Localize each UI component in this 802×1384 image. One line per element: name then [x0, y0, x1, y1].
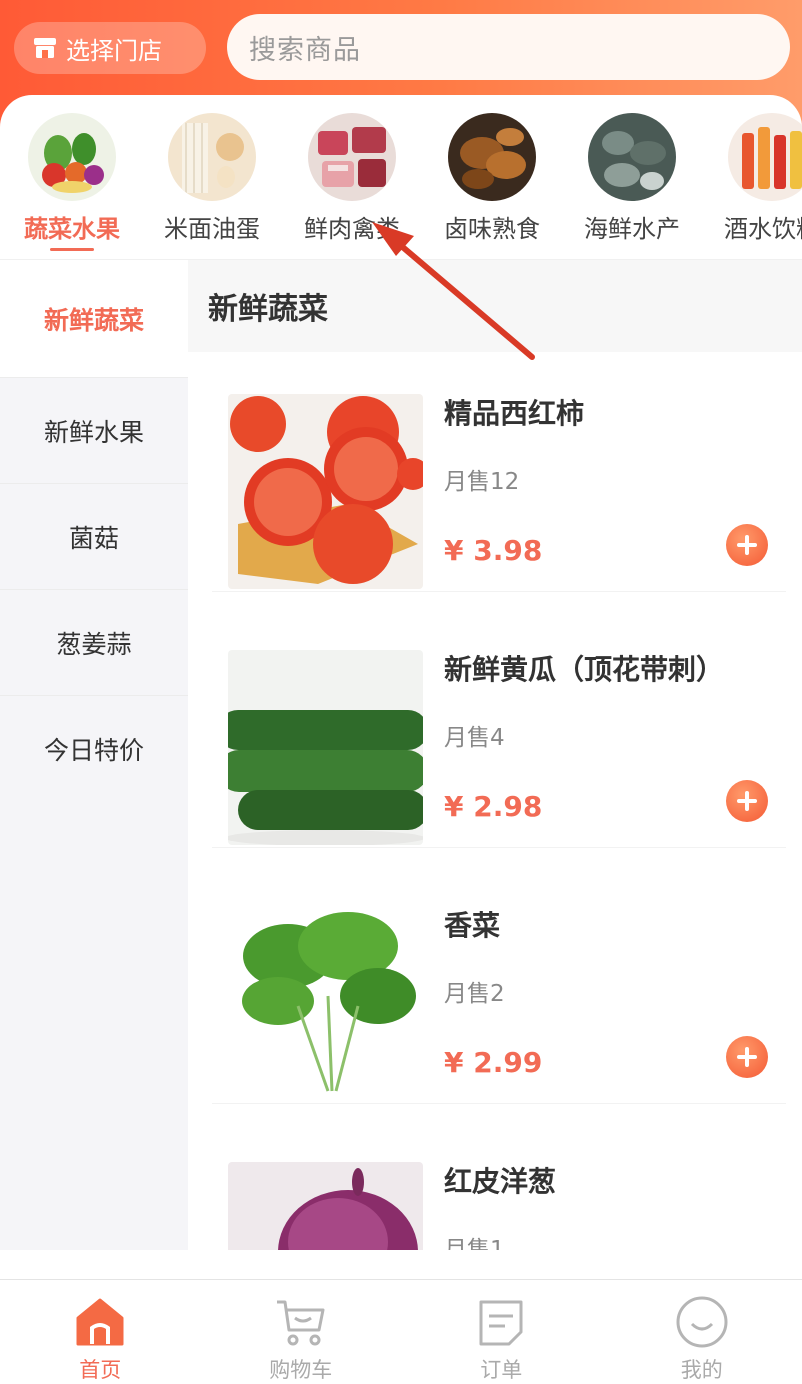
category-item-rice-noodle-oil-egg[interactable]: 米面油蛋 — [142, 113, 282, 244]
tab-profile[interactable]: 我的 — [602, 1280, 802, 1384]
sidebar-item-mushrooms[interactable]: 菌菇 — [0, 484, 188, 590]
section-title: 新鲜蔬菜 — [188, 260, 802, 352]
category-label: 酒水饮料 — [724, 215, 802, 243]
sidebar-item-label: 葱姜蒜 — [56, 629, 132, 659]
product-price: ¥ 2.99 — [444, 1046, 543, 1079]
product-name: 香菜 — [444, 909, 501, 942]
braised-food-image — [448, 113, 536, 201]
add-to-cart-button[interactable] — [726, 780, 768, 822]
home-icon — [76, 1298, 124, 1346]
category-item-braised-food[interactable]: 卤味熟食 — [422, 113, 562, 244]
category-strip: 蔬菜水果 米面油蛋 鲜肉禽类 卤味熟食 海鲜水产 酒水饮 — [0, 95, 802, 260]
product-list[interactable]: 精品西红柿 月售12 ¥ 3.98 新鲜黄瓜（顶花带刺） 月售4 ¥ 2.98 — [188, 352, 802, 1250]
product-price: ¥ 2.98 — [444, 790, 543, 823]
product-sales: 月售1 — [444, 1237, 505, 1250]
fresh-meat-image — [308, 113, 396, 201]
subcategory-sidebar: 新鲜蔬菜 新鲜水果 菌菇 葱姜蒜 今日特价 — [0, 260, 188, 1250]
product-sales: 月售12 — [444, 469, 520, 495]
sidebar-item-fresh-fruits[interactable]: 新鲜水果 — [0, 378, 188, 484]
product-name: 新鲜黄瓜（顶花带刺） — [444, 653, 725, 686]
product-card[interactable]: 红皮洋葱 月售1 — [212, 1140, 786, 1250]
coriander-image — [228, 906, 423, 1101]
sidebar-item-daily-deals[interactable]: 今日特价 — [0, 696, 188, 802]
sidebar-item-fresh-vegetables[interactable]: 新鲜蔬菜 — [0, 260, 188, 378]
order-icon — [479, 1300, 523, 1346]
product-card[interactable]: 香菜 月售2 ¥ 2.99 — [212, 884, 786, 1104]
rice-noodle-oil-egg-image — [168, 113, 256, 201]
tab-label: 首页 — [79, 1358, 122, 1382]
product-name: 精品西红柿 — [444, 397, 585, 430]
vegetables-fruits-image — [28, 113, 116, 201]
add-to-cart-button[interactable] — [726, 1036, 768, 1078]
store-icon — [34, 38, 56, 58]
drinks-image — [728, 113, 802, 201]
category-label: 蔬菜水果 — [24, 215, 120, 243]
tab-label: 订单 — [480, 1358, 523, 1382]
bottom-tab-bar: 首页 购物车 订单 我的 — [0, 1279, 802, 1384]
sidebar-item-label: 新鲜蔬菜 — [43, 305, 144, 335]
profile-icon — [676, 1296, 728, 1348]
category-item-vegetables-fruits[interactable]: 蔬菜水果 — [2, 113, 142, 251]
product-card[interactable]: 精品西红柿 月售12 ¥ 3.98 — [212, 372, 786, 592]
category-label: 米面油蛋 — [164, 215, 260, 243]
product-sales: 月售2 — [444, 981, 505, 1007]
cart-icon — [276, 1300, 325, 1346]
category-item-drinks[interactable]: 酒水饮料 — [702, 113, 802, 244]
tab-label: 购物车 — [269, 1358, 333, 1382]
select-store-label: 选择门店 — [66, 36, 162, 65]
product-price: ¥ 3.98 — [444, 534, 543, 567]
category-label: 卤味熟食 — [444, 215, 540, 243]
product-name: 红皮洋葱 — [444, 1165, 557, 1198]
tab-cart[interactable]: 购物车 — [201, 1280, 402, 1384]
sidebar-item-label: 今日特价 — [43, 736, 144, 765]
category-label: 鲜肉禽类 — [304, 215, 400, 243]
tomato-image — [228, 394, 423, 589]
tab-home[interactable]: 首页 — [0, 1280, 201, 1384]
product-card[interactable]: 新鲜黄瓜（顶花带刺） 月售4 ¥ 2.98 — [212, 628, 786, 848]
tab-label: 我的 — [680, 1358, 723, 1382]
category-label: 海鲜水产 — [584, 215, 680, 243]
cucumber-image — [228, 650, 423, 845]
sidebar-item-scallion-ginger-garlic[interactable]: 葱姜蒜 — [0, 590, 188, 696]
sidebar-item-label: 菌菇 — [68, 523, 119, 553]
red-onion-image — [228, 1162, 423, 1250]
product-sales: 月售4 — [444, 725, 505, 751]
product-list-panel: 新鲜蔬菜 精品西红柿 月售12 ¥ 3.98 新鲜黄瓜（顶花带刺） 月售4 ¥ … — [188, 260, 802, 1250]
tab-orders[interactable]: 订单 — [401, 1280, 602, 1384]
search-input[interactable]: 搜索商品 — [227, 14, 790, 80]
category-item-seafood[interactable]: 海鲜水产 — [562, 113, 702, 244]
search-placeholder: 搜索商品 — [249, 34, 361, 66]
category-item-fresh-meat[interactable]: 鲜肉禽类 — [282, 113, 422, 244]
add-to-cart-button[interactable] — [726, 524, 768, 566]
active-category-underline — [50, 248, 94, 251]
seafood-image — [588, 113, 676, 201]
select-store-button[interactable]: 选择门店 — [14, 22, 206, 74]
sidebar-item-label: 新鲜水果 — [43, 417, 144, 447]
